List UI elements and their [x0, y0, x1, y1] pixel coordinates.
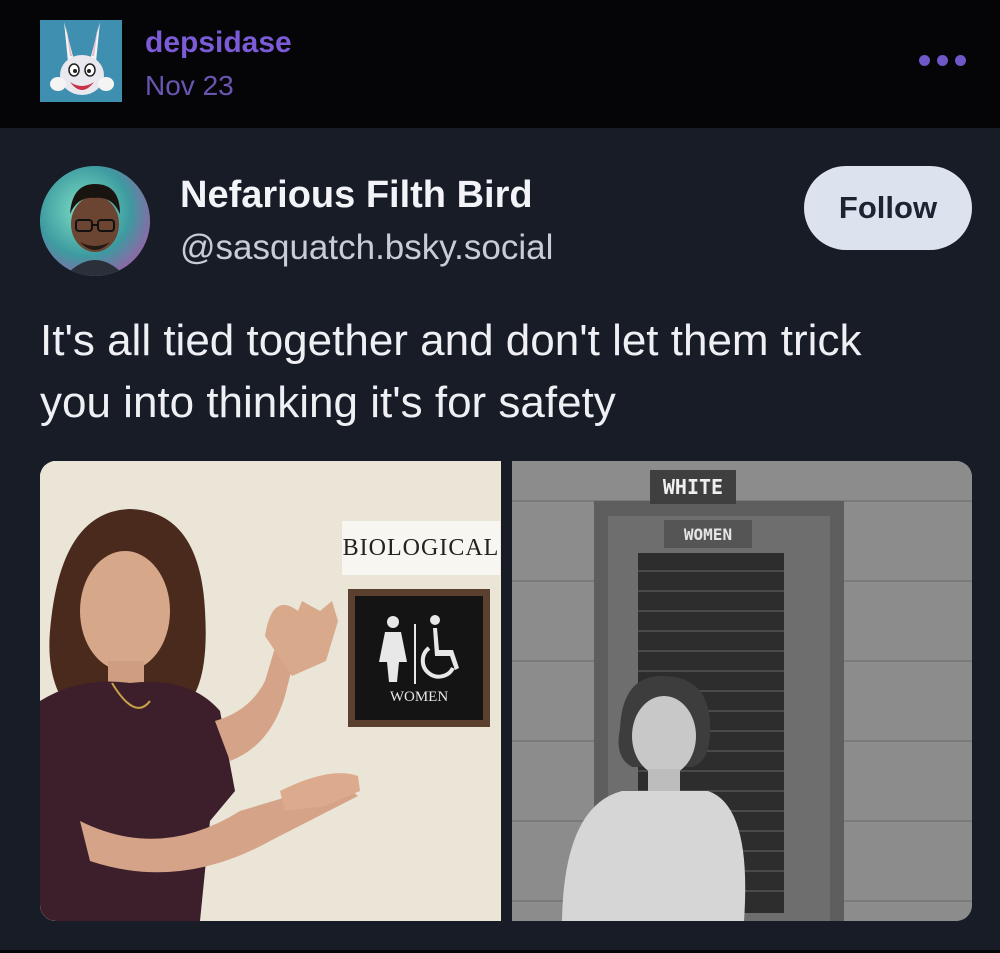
plate-women-text: WOMEN [389, 689, 449, 705]
post-image-left[interactable]: BIOLOGICAL WOMEN [40, 461, 501, 921]
follow-button[interactable]: Follow [804, 166, 972, 250]
poster-avatar[interactable] [40, 20, 122, 102]
author-handle[interactable]: @sasquatch.bsky.social [180, 228, 553, 268]
bunny-avatar-icon [40, 20, 122, 102]
white-sign: WHITE [650, 470, 736, 504]
poster-username[interactable]: depsidase [145, 26, 292, 60]
women-sign: WOMEN [664, 520, 752, 548]
ellipsis-icon [954, 54, 966, 66]
biological-sign: BIOLOGICAL [342, 521, 500, 575]
post-image-right[interactable]: WHITE WOMEN [512, 461, 972, 921]
more-options-button[interactable] [912, 45, 972, 75]
post-date[interactable]: Nov 23 [145, 70, 234, 102]
embedded-post-card: Nefarious Filth Bird @sasquatch.bsky.soc… [0, 128, 1000, 950]
author-avatar[interactable] [40, 166, 150, 276]
post-body-text: It's all tied together and don't let the… [40, 316, 862, 427]
author-avatar-illustration [40, 166, 150, 276]
ellipsis-icon [936, 54, 948, 66]
women-restroom-plate: WOMEN [348, 589, 490, 727]
ellipsis-icon [918, 54, 930, 66]
restroom-symbols-icon [379, 615, 459, 684]
author-display-name[interactable]: Nefarious Filth Bird [180, 174, 533, 217]
post-header: depsidase Nov 23 [0, 0, 1000, 128]
